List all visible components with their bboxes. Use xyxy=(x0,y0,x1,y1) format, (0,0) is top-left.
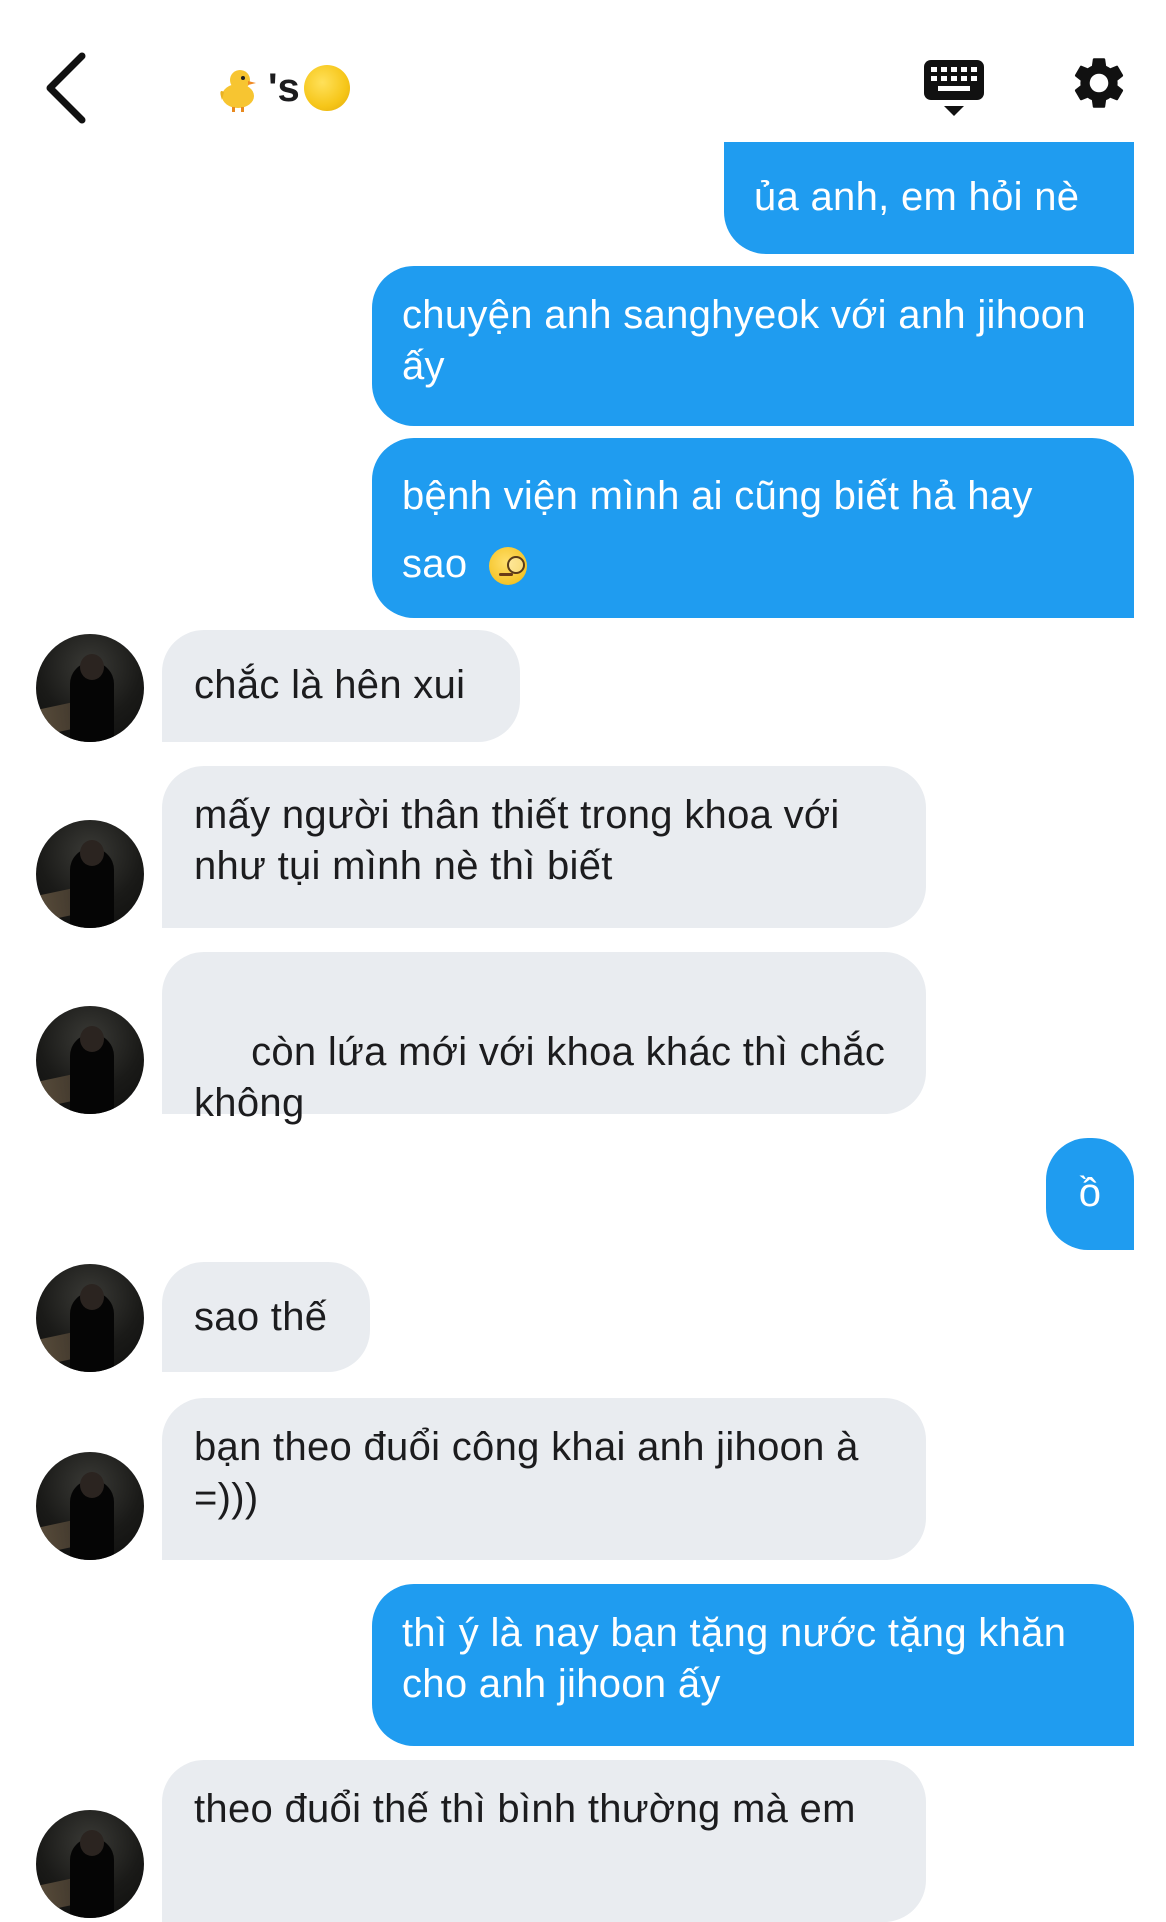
title-text: 's xyxy=(268,65,300,110)
baby-chick-icon xyxy=(214,64,262,112)
avatar[interactable] xyxy=(36,1810,144,1918)
message-text: bạn theo đuổi công khai anh jihoon à =))… xyxy=(194,1425,859,1520)
incoming-message[interactable]: mấy người thân thiết trong khoa với như … xyxy=(162,766,926,928)
gear-icon xyxy=(1074,58,1124,108)
outgoing-message[interactable]: ồ xyxy=(1046,1138,1134,1250)
keyboard-button[interactable] xyxy=(922,56,986,120)
message-text: chuyện anh sanghyeok với anh jihoon ấy xyxy=(402,293,1086,388)
message-text: ồ xyxy=(1078,1171,1102,1215)
conversation-title[interactable]: 's xyxy=(214,56,350,120)
outgoing-message[interactable]: thì ý là nay bạn tặng nước tặng khăn cho… xyxy=(372,1584,1134,1746)
message-text: mấy người thân thiết trong khoa với như … xyxy=(194,793,840,888)
avatar[interactable] xyxy=(36,820,144,928)
message-text: ủa anh, em hỏi nè xyxy=(754,175,1080,219)
settings-button[interactable] xyxy=(1068,52,1130,114)
avatar[interactable] xyxy=(36,634,144,742)
back-button[interactable] xyxy=(38,46,94,126)
incoming-message[interactable]: sao thế xyxy=(162,1262,370,1372)
avatar[interactable] xyxy=(36,1452,144,1560)
outgoing-message[interactable]: bệnh viện mình ai cũng biết hả hay sao xyxy=(372,438,1134,618)
incoming-message[interactable]: bạn theo đuổi công khai anh jihoon à =))… xyxy=(162,1398,926,1560)
incoming-message[interactable]: còn lứa mới với khoa khác thì chắc không xyxy=(162,952,926,1125)
message-text: thì ý là nay bạn tặng nước tặng khăn cho… xyxy=(402,1611,1067,1706)
outgoing-message[interactable]: ủa anh, em hỏi nè xyxy=(724,142,1134,254)
full-moon-icon xyxy=(303,65,350,111)
incoming-message[interactable]: chắc là hên xui xyxy=(162,630,520,742)
message-text: còn lứa mới với khoa khác thì chắc không xyxy=(194,1030,897,1125)
keyboard-icon xyxy=(924,60,984,116)
incoming-message[interactable]: theo đuổi thế thì bình thường mà em xyxy=(162,1760,926,1922)
avatar[interactable] xyxy=(36,1264,144,1372)
message-text: chắc là hên xui xyxy=(194,663,466,707)
chevron-left-icon xyxy=(46,52,86,124)
face-with-monocle-icon xyxy=(488,547,527,585)
message-text: theo đuổi thế thì bình thường mà em xyxy=(194,1787,856,1831)
outgoing-message[interactable]: chuyện anh sanghyeok với anh jihoon ấy xyxy=(372,266,1134,426)
message-text: sao thế xyxy=(194,1295,328,1339)
avatar[interactable] xyxy=(36,1006,144,1114)
